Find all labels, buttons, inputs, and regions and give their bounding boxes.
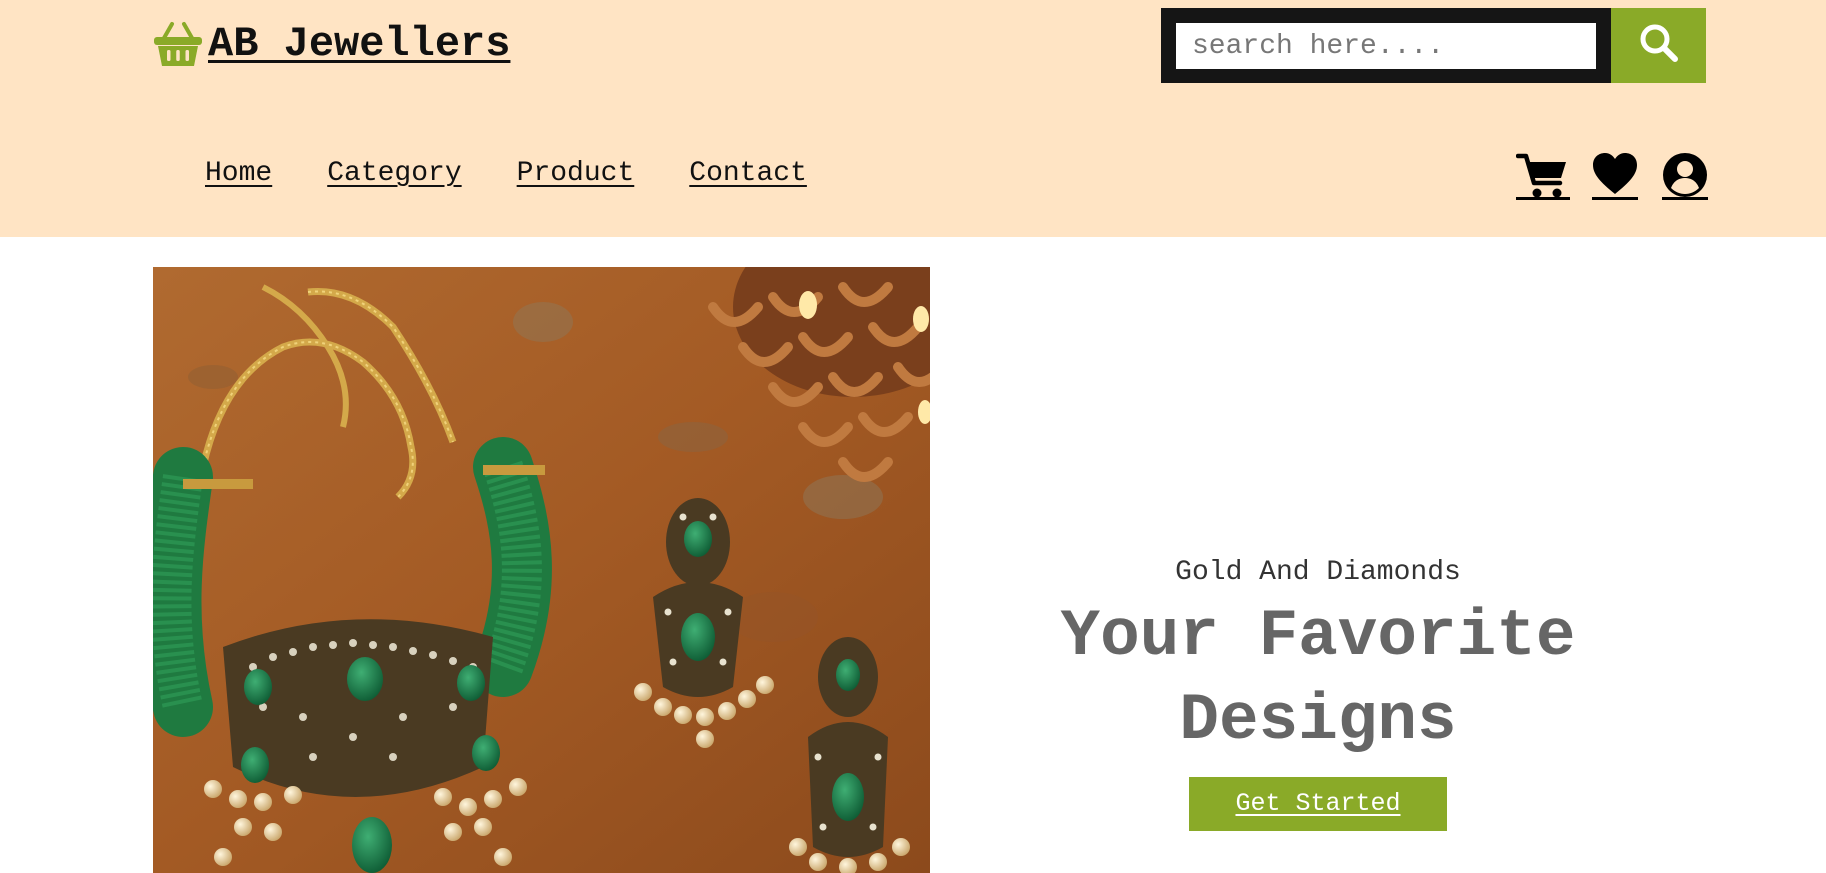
wishlist-button[interactable] [1592,150,1638,200]
get-started-button[interactable]: Get Started [1189,777,1447,831]
search-button[interactable] [1611,8,1706,83]
search-box [1161,8,1611,83]
search-icon [1638,22,1680,69]
nav-contact-link[interactable]: Contact [689,152,807,196]
user-icon [1662,153,1708,203]
brand-logo-link[interactable]: AB Jewellers [152,16,510,72]
cart-button[interactable] [1515,150,1570,200]
cart-icon [1515,153,1570,205]
account-button[interactable] [1662,150,1708,200]
nav-category-link[interactable]: Category [327,152,461,196]
heart-icon [1592,153,1638,203]
search-input[interactable] [1176,23,1596,69]
nav-product-link[interactable]: Product [517,152,635,196]
hero-jewellery-image [153,267,930,873]
hero-subtitle: Gold And Diamonds [1175,557,1461,588]
header-icons [1515,150,1708,200]
site-header: AB Jewellers Home Category Product Conta… [0,0,1826,237]
main-nav: Home Category Product Contact [205,152,807,196]
brand-name: AB Jewellers [208,20,511,68]
basket-icon [152,20,204,68]
nav-home-link[interactable]: Home [205,152,272,196]
hero-headline: Your Favorite Designs [1060,599,1576,758]
hero-text: Gold And Diamonds Your Favorite Designs … [1000,555,1636,831]
